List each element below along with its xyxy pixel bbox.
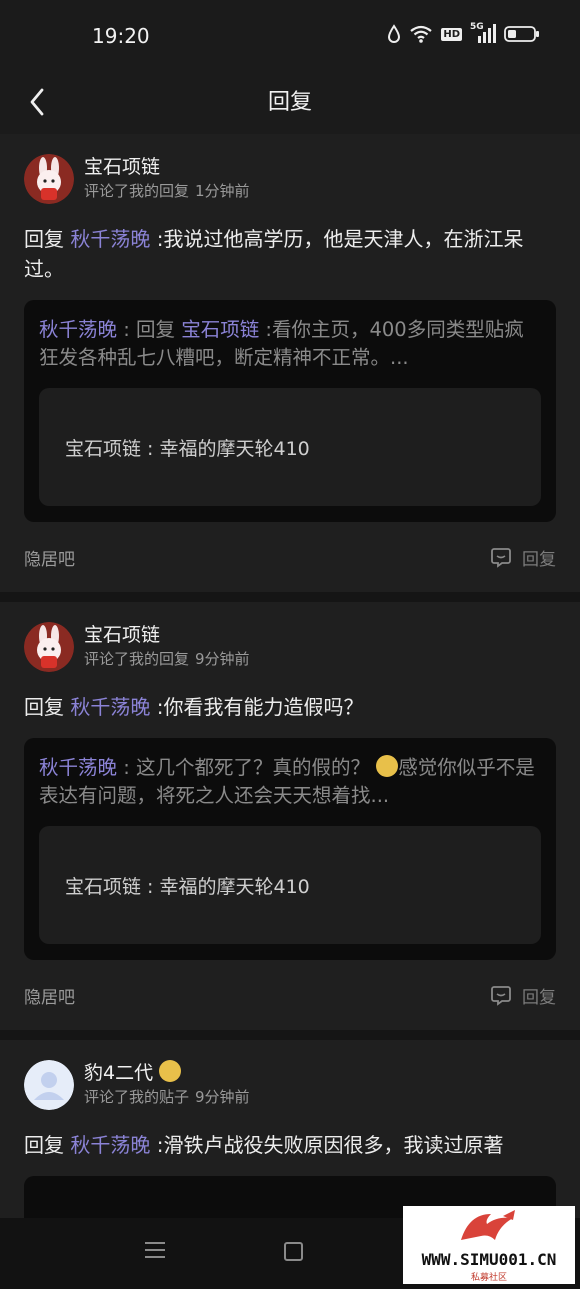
reply-card[interactable]: 宝石项链 评论了我的回复 1分钟前 回复 秋千荡晚 :我说过他高学历，他是天津人，… — [0, 134, 580, 592]
action-text: 评论了我的回复 — [84, 182, 190, 200]
timestamp: 1分钟前 — [195, 182, 250, 200]
mention-link[interactable]: 秋千荡晚 — [70, 1133, 150, 1157]
status-bar: 19:20 HD 5G — [0, 0, 580, 70]
action-text: 评论了我的贴子 — [84, 1088, 190, 1106]
reply-content[interactable]: 回复 秋千荡晚 :滑铁卢战役失败原因很多，我读过原著 — [24, 1130, 556, 1160]
status-time: 19:20 — [92, 24, 150, 48]
quote-author[interactable]: 秋千荡晚 — [39, 756, 117, 779]
watermark-label: 私募社区 — [470, 1273, 507, 1283]
reply-button[interactable]: 回复 — [490, 983, 556, 1008]
drop-icon — [388, 24, 401, 43]
author-name[interactable]: 宝石项链 — [84, 622, 250, 648]
reply-text: :滑铁卢战役失败原因很多，我读过原著 — [156, 1133, 504, 1157]
reply-label: 回复 — [522, 987, 556, 1008]
timestamp: 9分钟前 — [195, 650, 250, 668]
reply-button[interactable]: 回复 — [490, 545, 556, 570]
action-text: 评论了我的回复 — [84, 650, 190, 668]
quoted-comment[interactable]: 秋千荡晚 : 回复 宝石项链 :看你主页，400多同类型贴疯狂发各种乱七八糟吧，… — [24, 300, 556, 522]
wifi-icon — [410, 25, 433, 43]
reply-card[interactable]: 宝石项链 评论了我的回复 9分钟前 回复 秋千荡晚 :你看我有能力造假吗？ 秋千荡… — [0, 602, 580, 1030]
quote-text: : 这几个都死了？真的假的？ — [117, 756, 370, 779]
comment-meta: 评论了我的贴子 9分钟前 — [84, 1086, 250, 1108]
reply-prefix: 回复 — [24, 227, 64, 251]
reply-card[interactable]: 豹4二代 评论了我的贴子 9分钟前 回复 秋千荡晚 :滑铁卢战役失败原因很多，我读… — [0, 1040, 580, 1218]
status-icons: HD 5G — [387, 22, 540, 44]
reply-content[interactable]: 回复 秋千荡晚 :你看我有能力造假吗？ — [24, 692, 556, 722]
laughing-emoji-icon — [159, 1060, 182, 1082]
avatar[interactable] — [24, 622, 74, 672]
comment-meta: 评论了我的回复 9分钟前 — [84, 648, 250, 670]
author-name[interactable]: 宝石项链 — [84, 154, 250, 180]
quote-author[interactable]: 秋千荡晚 — [39, 318, 117, 341]
notification-feed[interactable]: 宝石项链 评论了我的回复 1分钟前 回复 秋千荡晚 :我说过他高学历，他是天津人，… — [0, 134, 580, 1218]
page-title: 回复 — [267, 90, 312, 115]
forum-name[interactable]: 隐居吧 — [24, 983, 75, 1008]
original-post[interactable]: 宝石项链 : 幸福的摩天轮410 — [39, 826, 541, 944]
author-name-text: 豹4二代 — [84, 1062, 154, 1084]
original-post-text: 宝石项链 : 幸福的摩天轮410 — [65, 437, 310, 460]
nav-bar: 回复 — [0, 70, 580, 134]
menu-icon[interactable] — [145, 1242, 165, 1262]
avatar[interactable] — [24, 154, 74, 204]
watermark-site: WWW.SIMU001.CN — [421, 1250, 557, 1269]
original-post[interactable]: 宝石项链 : 幸福的摩天轮410 — [39, 388, 541, 506]
avatar[interactable] — [24, 1060, 74, 1110]
comment-meta: 评论了我的回复 1分钟前 — [84, 180, 250, 202]
watermark: WWW.SIMU001.CN 私募社区 — [403, 1206, 575, 1284]
reply-prefix: 回复 — [24, 695, 64, 719]
mention-link[interactable]: 秋千荡晚 — [70, 695, 150, 719]
author-name[interactable]: 豹4二代 — [84, 1060, 250, 1086]
reply-label: 回复 — [522, 549, 556, 570]
forum-name[interactable]: 隐居吧 — [24, 545, 75, 570]
comment-icon — [491, 986, 511, 1006]
reply-prefix: 回复 — [24, 1133, 64, 1157]
timestamp: 9分钟前 — [195, 1088, 250, 1106]
original-post-text: 宝石项链 : 幸福的摩天轮410 — [65, 875, 310, 898]
reply-text: :你看我有能力造假吗？ — [156, 695, 364, 719]
quoted-comment[interactable]: 秋千荡晚 : 这几个都死了？真的假的？ 感觉你似乎不是表达有问题，将死之人还会天… — [24, 738, 556, 960]
watermark-logo-icon — [461, 1210, 515, 1240]
quote-mention[interactable]: 宝石项链 — [181, 318, 259, 341]
hd-icon: HD — [441, 27, 462, 41]
comment-icon — [491, 548, 511, 568]
thinking-emoji-icon — [376, 755, 399, 777]
home-icon[interactable] — [284, 1242, 303, 1261]
signal-icon: 5G — [470, 22, 496, 44]
reply-content[interactable]: 回复 秋千荡晚 :我说过他高学历，他是天津人，在浙江呆过。 — [24, 224, 556, 284]
quote-mid: : 回复 — [117, 318, 182, 341]
mention-link[interactable]: 秋千荡晚 — [70, 227, 150, 251]
battery-icon — [504, 26, 539, 42]
